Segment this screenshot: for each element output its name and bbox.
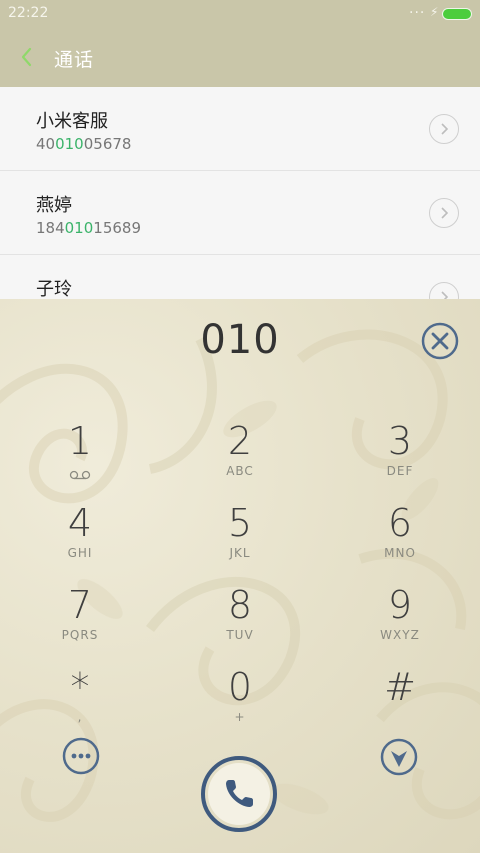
key-digit: 8 [227,583,253,627]
match-highlight: 010 [55,135,84,153]
clear-input-button[interactable] [421,322,459,360]
key-letters: GHI [67,546,93,560]
title-bar: 通话 [0,38,480,78]
key-digit: 3 [387,419,413,463]
contact-detail-button[interactable] [429,282,459,299]
key-digit: 0 [227,665,253,709]
dial-key-4[interactable]: 4 GHI [10,501,150,577]
dial-key-2[interactable]: 2 ABC [170,419,310,495]
key-digit: 1 [67,419,93,463]
dial-key-hash[interactable]: # [330,665,470,741]
status-bar: 22:22 ... ⚡ [0,0,480,28]
key-letters: DEF [386,464,414,478]
call-button[interactable] [199,754,279,834]
dial-key-8[interactable]: 8 TUV [170,583,310,659]
status-time: 22:22 [8,5,49,21]
contact-item[interactable]: 燕婷 18401015689 [0,171,480,255]
contact-detail-button[interactable] [429,114,459,144]
key-letters: JKL [229,546,251,560]
header: 22:22 ... ⚡ 通话 [0,0,480,87]
contact-detail-button[interactable] [429,198,459,228]
collapse-dialpad-button[interactable] [379,737,419,777]
dial-key-9[interactable]: 9 WXYZ [330,583,470,659]
status-more-icon: ... [409,1,426,17]
match-highlight: 010 [64,219,94,237]
dial-key-0[interactable]: 0 + [170,665,310,741]
contact-number: 4001005678 [36,135,132,153]
dial-key-star[interactable]: * , [10,665,150,741]
contact-list: 小米客服 4001005678 燕婷 18401015689 子玲 [0,87,480,299]
charging-icon: ⚡ [430,5,439,19]
contact-item[interactable]: 子玲 [0,255,480,299]
dial-key-5[interactable]: 5 JKL [170,501,310,577]
key-digit: 9 [387,583,413,627]
key-digit: * [70,665,90,709]
dialed-number-display: 010 [200,317,280,363]
voicemail-icon [10,465,150,484]
key-digit: 7 [67,583,93,627]
contact-item[interactable]: 小米客服 4001005678 [0,87,480,171]
key-letters: PQRS [61,628,99,642]
page-title: 通话 [54,49,95,71]
key-letters: WXYZ [380,628,420,642]
key-letters: MNO [384,546,416,560]
key-digit: 2 [227,419,253,463]
dial-key-3[interactable]: 3 DEF [330,419,470,495]
back-icon[interactable] [14,44,40,70]
key-letters: ABC [226,464,254,478]
key-digit: 5 [227,501,253,545]
dial-key-1[interactable]: 1 [10,419,150,495]
contact-name: 子玲 [36,279,72,299]
contact-name: 小米客服 [36,111,108,132]
contact-name: 燕婷 [36,195,72,216]
key-letters: + [234,710,246,724]
contact-number: 18401015689 [36,219,141,237]
key-digit: # [384,665,416,709]
dialpad: 010 1 2 ABC 3 DEF 4 GHI 5 JKL 6 MNO 7 PQ… [0,299,480,853]
key-letters: , [77,710,83,724]
key-letters: TUV [226,628,254,642]
more-options-button[interactable] [62,737,100,775]
dial-key-6[interactable]: 6 MNO [330,501,470,577]
key-digit: 4 [67,501,93,545]
key-digit: 6 [387,501,413,545]
dial-key-7[interactable]: 7 PQRS [10,583,150,659]
battery-icon [442,8,472,20]
